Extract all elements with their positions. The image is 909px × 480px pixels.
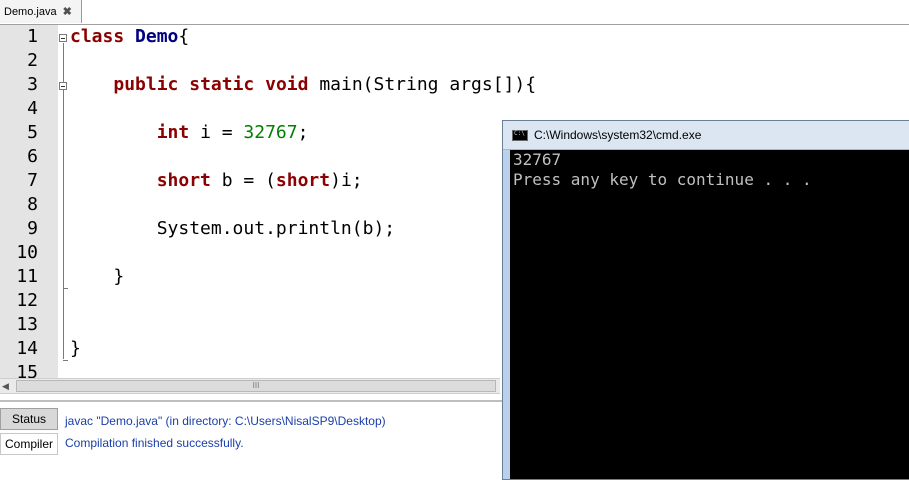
fold-guide [63,43,64,359]
keyword: short [156,170,211,191]
keyword: class [70,26,125,47]
compile-command-message: javac "Demo.java" (in directory: C:\User… [65,414,386,428]
code-text: b = ( [221,170,276,191]
code-line-11: } [70,265,124,289]
line-number: 1 [27,26,38,47]
code-line-7: short b = (short)i; [70,169,363,193]
line-number-gutter: 1 2 3 4 5 6 7 8 9 10 11 12 13 14 15 [0,25,58,378]
line-number: 6 [27,146,38,167]
editor-tab-bar: Demo.java ✖ [0,0,909,25]
code-text: i = [200,122,244,143]
tab-status[interactable]: Status [0,408,58,430]
console-line: Press any key to continue . . . [513,170,812,189]
code-text: )i; [330,170,363,191]
line-number: 2 [27,50,38,71]
code-line-3: public static void main(String args[]){ [70,73,536,97]
tab-compiler[interactable]: Compiler [0,433,58,455]
line-number: 8 [27,194,38,215]
number-literal: 32767 [243,122,298,143]
brace: { [178,26,190,47]
cmd-window[interactable]: C:\Windows\system32\cmd.exe 32767Press a… [502,120,909,480]
brace: } [70,338,81,359]
tab-filename: Demo.java [4,5,57,18]
line-number: 14 [16,338,38,359]
code-line-1: class Demo{ [70,25,189,49]
tab-demo-java[interactable]: Demo.java ✖ [0,0,82,23]
line-number: 15 [16,362,38,378]
keyword: public [113,74,179,95]
line-number: 4 [27,98,38,119]
compile-result-message: Compilation finished successfully. [65,436,244,450]
tab-label: Status [11,412,47,426]
line-number: 11 [16,266,38,287]
code-text: System.out.println(b); [156,218,396,239]
line-number: 9 [27,218,38,239]
line-number: 7 [27,170,38,191]
code-line-5: int i = 32767; [70,121,309,145]
fold-end-marker [63,288,68,289]
line-number: 12 [16,290,38,311]
line-number: 10 [16,242,38,263]
brace: } [113,266,125,287]
cmd-icon [512,129,528,141]
fold-toggle-icon[interactable] [59,34,67,42]
line-number: 13 [16,314,38,335]
code-text: ; [297,122,309,143]
method-signature: main(String args[]){ [319,74,537,95]
close-icon[interactable]: ✖ [63,5,72,18]
horizontal-scrollbar[interactable]: ◀ III [0,378,500,394]
scrollbar-thumb[interactable]: III [16,380,496,392]
tab-label: Compiler [4,437,53,451]
fold-toggle-icon[interactable] [59,82,67,90]
grip-icon: III [252,381,260,390]
console-output[interactable]: 32767 Press any key to continue . . . [510,150,909,479]
keyword: void [265,74,309,95]
line-number: 3 [27,74,38,95]
class-name: Demo [135,26,179,47]
console-line: 32767 [513,150,562,169]
cmd-titlebar[interactable]: C:\Windows\system32\cmd.exe [503,121,909,150]
keyword: static [189,74,255,95]
cmd-title: C:\Windows\system32\cmd.exe [534,128,702,142]
code-line-9: System.out.println(b); [70,217,395,241]
keyword: short [275,170,331,191]
keyword: int [156,122,190,143]
fold-end-marker [63,360,68,361]
line-number: 5 [27,122,38,143]
code-line-14: } [70,337,81,361]
scroll-left-icon[interactable]: ◀ [2,381,9,392]
